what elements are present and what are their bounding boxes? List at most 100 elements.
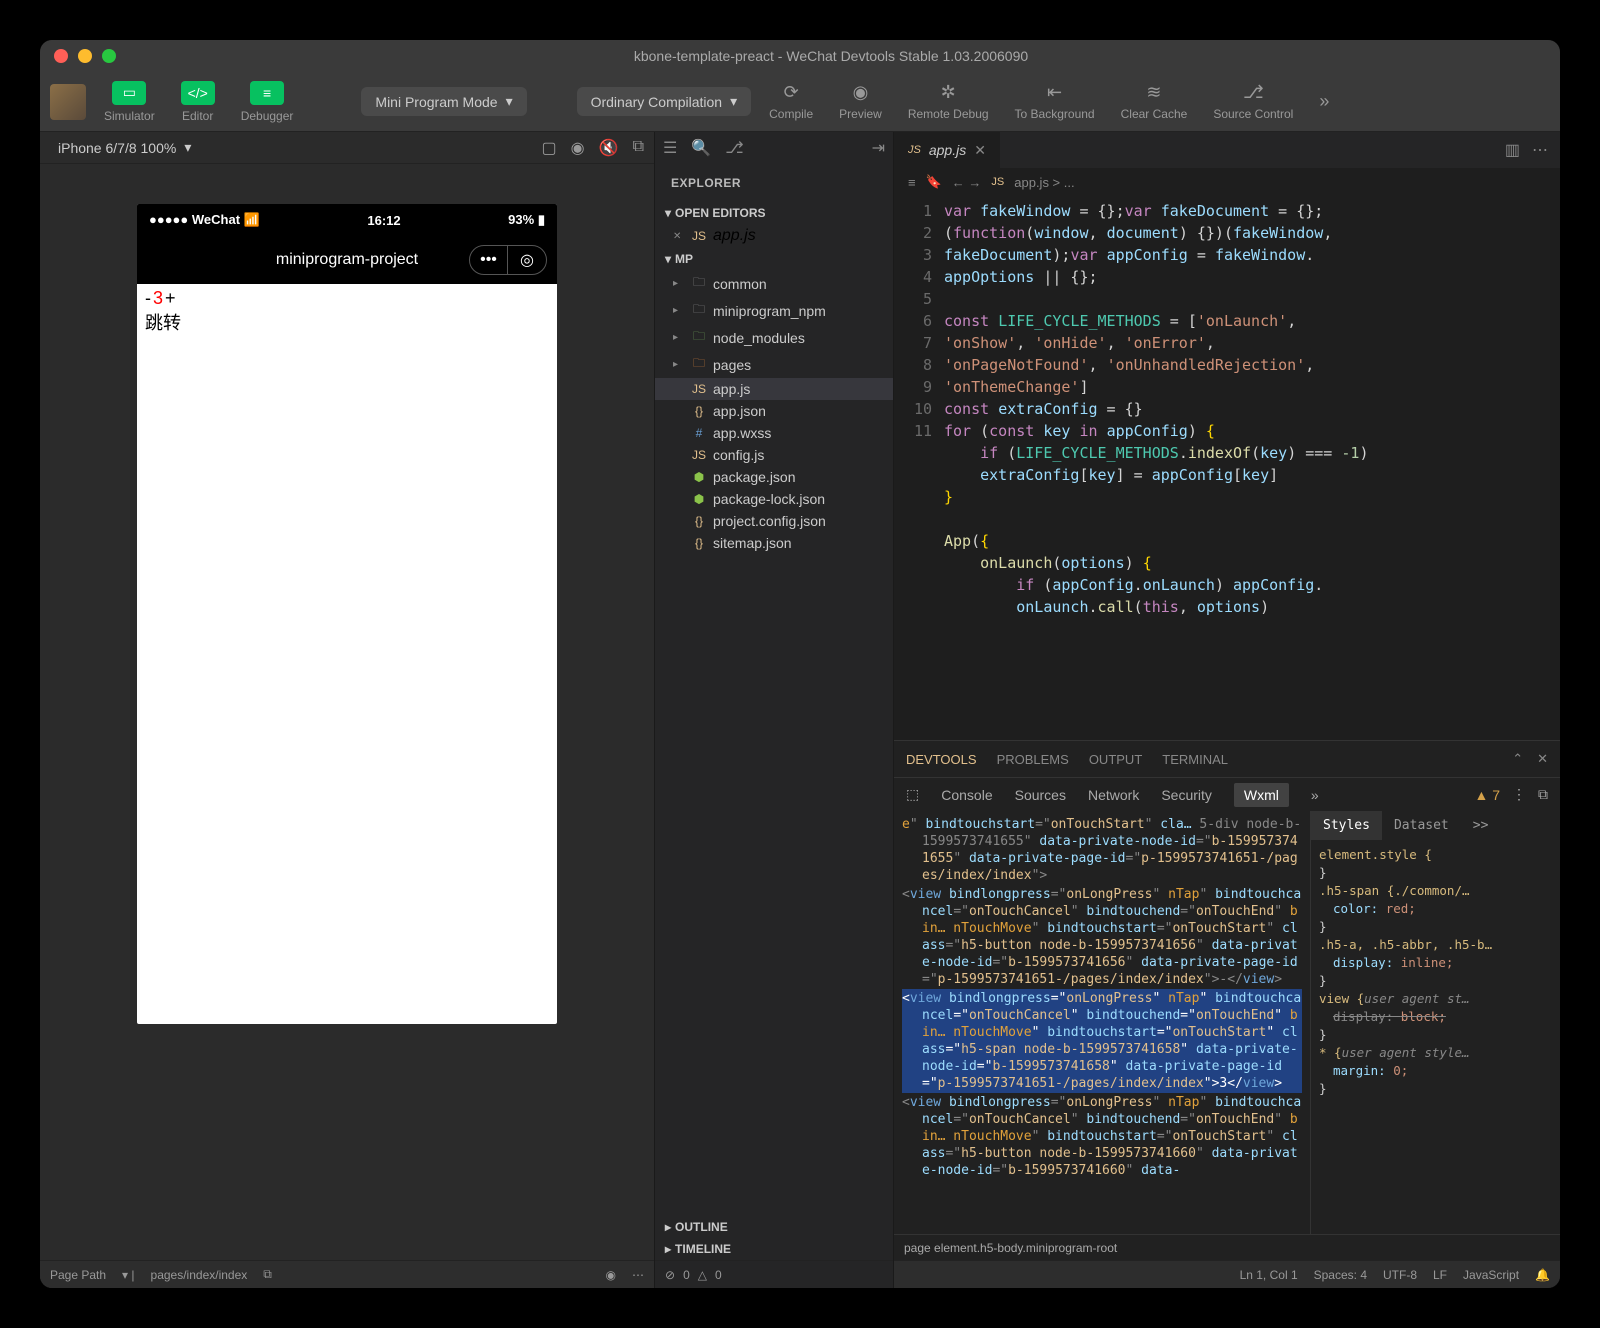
- chevron-right-icon: ▸: [665, 1242, 671, 1256]
- file-item[interactable]: {}app.json: [655, 400, 893, 422]
- breadcrumb-text[interactable]: app.js > ...: [1014, 175, 1074, 190]
- file-item[interactable]: ⬢package.json: [655, 466, 893, 488]
- source-control-button[interactable]: ⎇Source Control: [1205, 78, 1301, 125]
- wxml-tree[interactable]: e" bindtouchstart="onTouchStart" cla… 5-…: [894, 811, 1310, 1234]
- more-subtabs-icon[interactable]: »: [1311, 787, 1319, 803]
- capsule-button[interactable]: •••◎: [469, 245, 547, 275]
- language-info[interactable]: JavaScript: [1463, 1268, 1519, 1282]
- subtab-sources[interactable]: Sources: [1015, 787, 1066, 803]
- styles-tab[interactable]: Styles: [1311, 811, 1382, 840]
- debugger-button[interactable]: ≡Debugger: [233, 77, 302, 127]
- subtab-network[interactable]: Network: [1088, 787, 1139, 803]
- source-control-label: Source Control: [1213, 107, 1293, 121]
- indent-info[interactable]: Spaces: 4: [1314, 1268, 1367, 1282]
- devtools-subtabs: ⬚ Console Sources Network Security Wxml …: [894, 777, 1560, 811]
- subtab-security[interactable]: Security: [1161, 787, 1212, 803]
- folder-item[interactable]: ▸🗀common: [655, 270, 893, 297]
- list-icon[interactable]: ☰: [663, 138, 677, 158]
- open-editors-section[interactable]: ▾OPEN EDITORS: [655, 202, 893, 224]
- debugger-label: Debugger: [241, 109, 294, 123]
- file-item[interactable]: ⬢package-lock.json: [655, 488, 893, 510]
- to-background-button[interactable]: ⇤To Background: [1007, 78, 1103, 125]
- code-editor[interactable]: 1234567891011 var fakeWindow = {};var fa…: [894, 196, 1560, 740]
- open-editor-item[interactable]: ✕JSapp.js: [655, 224, 893, 248]
- file-item[interactable]: JSapp.js: [655, 378, 893, 400]
- dataset-tab[interactable]: Dataset: [1382, 811, 1461, 840]
- explorer-header: EXPLORER: [655, 164, 893, 202]
- more-icon[interactable]: ⋮: [1512, 786, 1526, 803]
- copy-icon[interactable]: ⧉: [633, 138, 644, 158]
- warning-icon[interactable]: △: [698, 1268, 707, 1282]
- tab-output[interactable]: OUTPUT: [1089, 748, 1142, 771]
- page-path-label[interactable]: Page Path: [50, 1268, 106, 1282]
- rotate-icon[interactable]: ▢: [542, 138, 557, 158]
- styles-body[interactable]: element.style {}.h5-span {./common/…colo…: [1311, 840, 1560, 1234]
- file-item[interactable]: JSconfig.js: [655, 444, 893, 466]
- subtab-wxml[interactable]: Wxml: [1234, 783, 1289, 807]
- mode-dropdown[interactable]: Mini Program Mode▾: [361, 87, 526, 116]
- editor-tab[interactable]: JSapp.js✕: [894, 132, 1000, 168]
- encoding-info[interactable]: UTF-8: [1383, 1268, 1417, 1282]
- folder-item[interactable]: ▸🗀node_modules: [655, 324, 893, 351]
- tab-terminal[interactable]: TERMINAL: [1162, 748, 1228, 771]
- eye-icon[interactable]: ◉: [606, 1268, 616, 1282]
- compile-button[interactable]: ⟳Compile: [761, 78, 821, 125]
- tab-devtools[interactable]: DEVTOOLS: [906, 748, 977, 771]
- more-toolbar-button[interactable]: »: [1311, 87, 1337, 116]
- remote-debug-button[interactable]: ✲Remote Debug: [900, 78, 997, 125]
- workspace-section[interactable]: ▾MP: [655, 248, 893, 270]
- simulator-button[interactable]: ▭Simulator: [96, 77, 163, 127]
- mute-icon[interactable]: 🔇: [599, 138, 619, 158]
- editor-tabs: JSapp.js✕ ▥ ⋯: [894, 132, 1560, 168]
- battery-label: 93%: [508, 212, 534, 227]
- preview-button[interactable]: ◉Preview: [831, 78, 890, 125]
- close-tab-icon[interactable]: ✕: [974, 142, 986, 159]
- subtab-console[interactable]: Console: [941, 787, 992, 803]
- jump-link[interactable]: 跳转: [145, 309, 549, 335]
- code-content[interactable]: var fakeWindow = {};var fakeDocument = {…: [944, 196, 1560, 740]
- minimize-window-button[interactable]: [78, 49, 92, 63]
- branch-icon[interactable]: ⎇: [725, 138, 743, 158]
- error-icon[interactable]: ⊘: [665, 1268, 675, 1282]
- inspect-icon[interactable]: ⬚: [906, 786, 919, 803]
- device-selector[interactable]: iPhone 6/7/8 100% ▾: [50, 137, 199, 158]
- avatar[interactable]: [50, 84, 86, 120]
- maximize-window-button[interactable]: [102, 49, 116, 63]
- chevron-up-icon[interactable]: ⌃: [1512, 751, 1523, 767]
- main-toolbar: ▭Simulator </>Editor ≡Debugger Mini Prog…: [40, 72, 1560, 132]
- more-icon[interactable]: ⋯: [1532, 140, 1548, 160]
- devtools-crumb[interactable]: page element.h5-body.miniprogram-root: [894, 1234, 1560, 1260]
- phone-status-bar: ●●●●● WeChat 📶 16:12 93% ▮: [137, 204, 557, 236]
- editor-button[interactable]: </>Editor: [173, 77, 223, 127]
- phone-content[interactable]: -3+ 跳转: [137, 284, 557, 1024]
- folder-item[interactable]: ▸🗀pages: [655, 351, 893, 378]
- close-icon[interactable]: ✕: [1537, 751, 1548, 767]
- file-item[interactable]: #app.wxss: [655, 422, 893, 444]
- compilation-label: Ordinary Compilation: [591, 94, 723, 110]
- dock-icon[interactable]: ⧉: [1538, 786, 1548, 803]
- compilation-dropdown[interactable]: Ordinary Compilation▾: [577, 87, 752, 116]
- warning-badge[interactable]: ▲ 7: [1474, 787, 1500, 803]
- split-icon[interactable]: ▥: [1505, 140, 1520, 160]
- toggle-icon[interactable]: ⇥: [872, 138, 885, 158]
- phone-frame: ●●●●● WeChat 📶 16:12 93% ▮ miniprogram-p…: [137, 204, 557, 1024]
- more-styles-tab[interactable]: >>: [1461, 811, 1501, 840]
- outline-section[interactable]: ▸OUTLINE: [655, 1216, 893, 1238]
- bookmark-icon[interactable]: 🔖: [926, 174, 942, 190]
- more-icon[interactable]: ⋯: [632, 1268, 644, 1282]
- close-window-button[interactable]: [54, 49, 68, 63]
- folder-item[interactable]: ▸🗀miniprogram_npm: [655, 297, 893, 324]
- bell-icon[interactable]: 🔔: [1535, 1268, 1550, 1282]
- clear-cache-button[interactable]: ≋Clear Cache: [1113, 78, 1196, 125]
- record-icon[interactable]: ◉: [571, 138, 585, 158]
- eol-info[interactable]: LF: [1433, 1268, 1447, 1282]
- file-item[interactable]: {}project.config.json: [655, 510, 893, 532]
- cursor-position[interactable]: Ln 1, Col 1: [1240, 1268, 1298, 1282]
- copy-icon[interactable]: ⧉: [263, 1267, 272, 1282]
- tab-problems[interactable]: PROBLEMS: [997, 748, 1069, 771]
- search-icon[interactable]: 🔍: [691, 138, 711, 158]
- list-icon[interactable]: ≡: [908, 175, 916, 190]
- file-item[interactable]: {}sitemap.json: [655, 532, 893, 554]
- timeline-section[interactable]: ▸TIMELINE: [655, 1238, 893, 1260]
- wifi-icon: 📶: [244, 212, 260, 227]
